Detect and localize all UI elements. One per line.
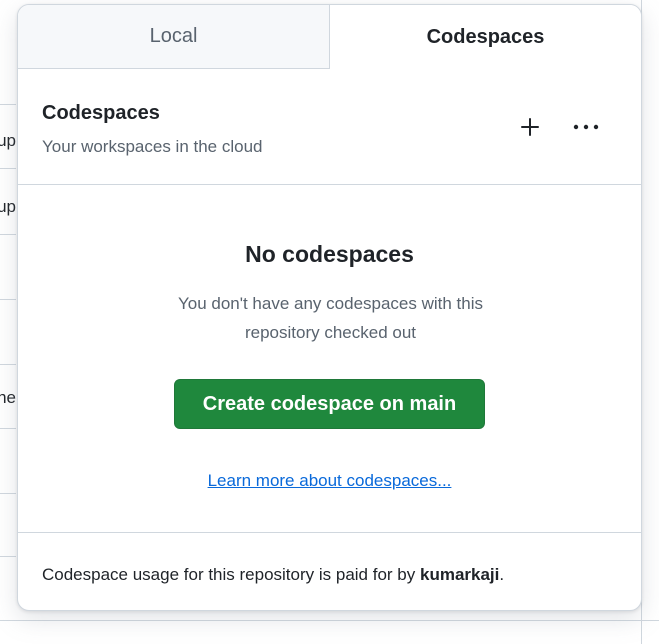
more-options-button[interactable] [568,109,604,145]
background-text-fragment: up [0,131,16,150]
background-divider [0,556,16,557]
footer: Codespace usage for this repository is p… [18,532,641,610]
kebab-horizontal-icon [573,124,599,130]
tab-codespaces[interactable]: Codespaces [330,5,641,69]
background-divider [0,493,16,494]
background-divider [0,428,16,429]
codespaces-header: Codespaces Your workspaces in the cloud [18,69,641,185]
background-divider [0,234,16,235]
learn-more-link[interactable]: Learn more about codespaces... [208,471,452,490]
tab-bar: Local Codespaces [18,5,641,69]
background-text-fragment: ne [0,388,16,407]
empty-state-title: No codespaces [245,241,414,267]
code-popover: Local Codespaces Codespaces Your workspa… [17,4,642,611]
tab-local[interactable]: Local [18,5,330,69]
background-divider [0,364,16,365]
background-divider [0,299,16,300]
background-divider [0,620,659,621]
new-codespace-button[interactable] [512,109,548,145]
billing-note: Codespace usage for this repository is p… [42,565,504,585]
plus-icon [521,118,539,136]
billing-text: Codespace usage for this repository is p… [42,565,420,584]
section-subtitle: Your workspaces in the cloud [42,137,263,156]
billing-suffix: . [499,565,505,584]
learn-more-container: Learn more about codespaces... [18,471,641,491]
background-divider [0,104,16,105]
section-title: Codespaces [42,102,160,124]
empty-state-description: You don't have any codespaces with this … [177,294,484,342]
background-divider [0,168,16,169]
create-codespace-button[interactable]: Create codespace on main [174,379,485,429]
background-text-fragment: up [0,197,16,216]
billing-owner: kumarkaji [419,565,500,584]
